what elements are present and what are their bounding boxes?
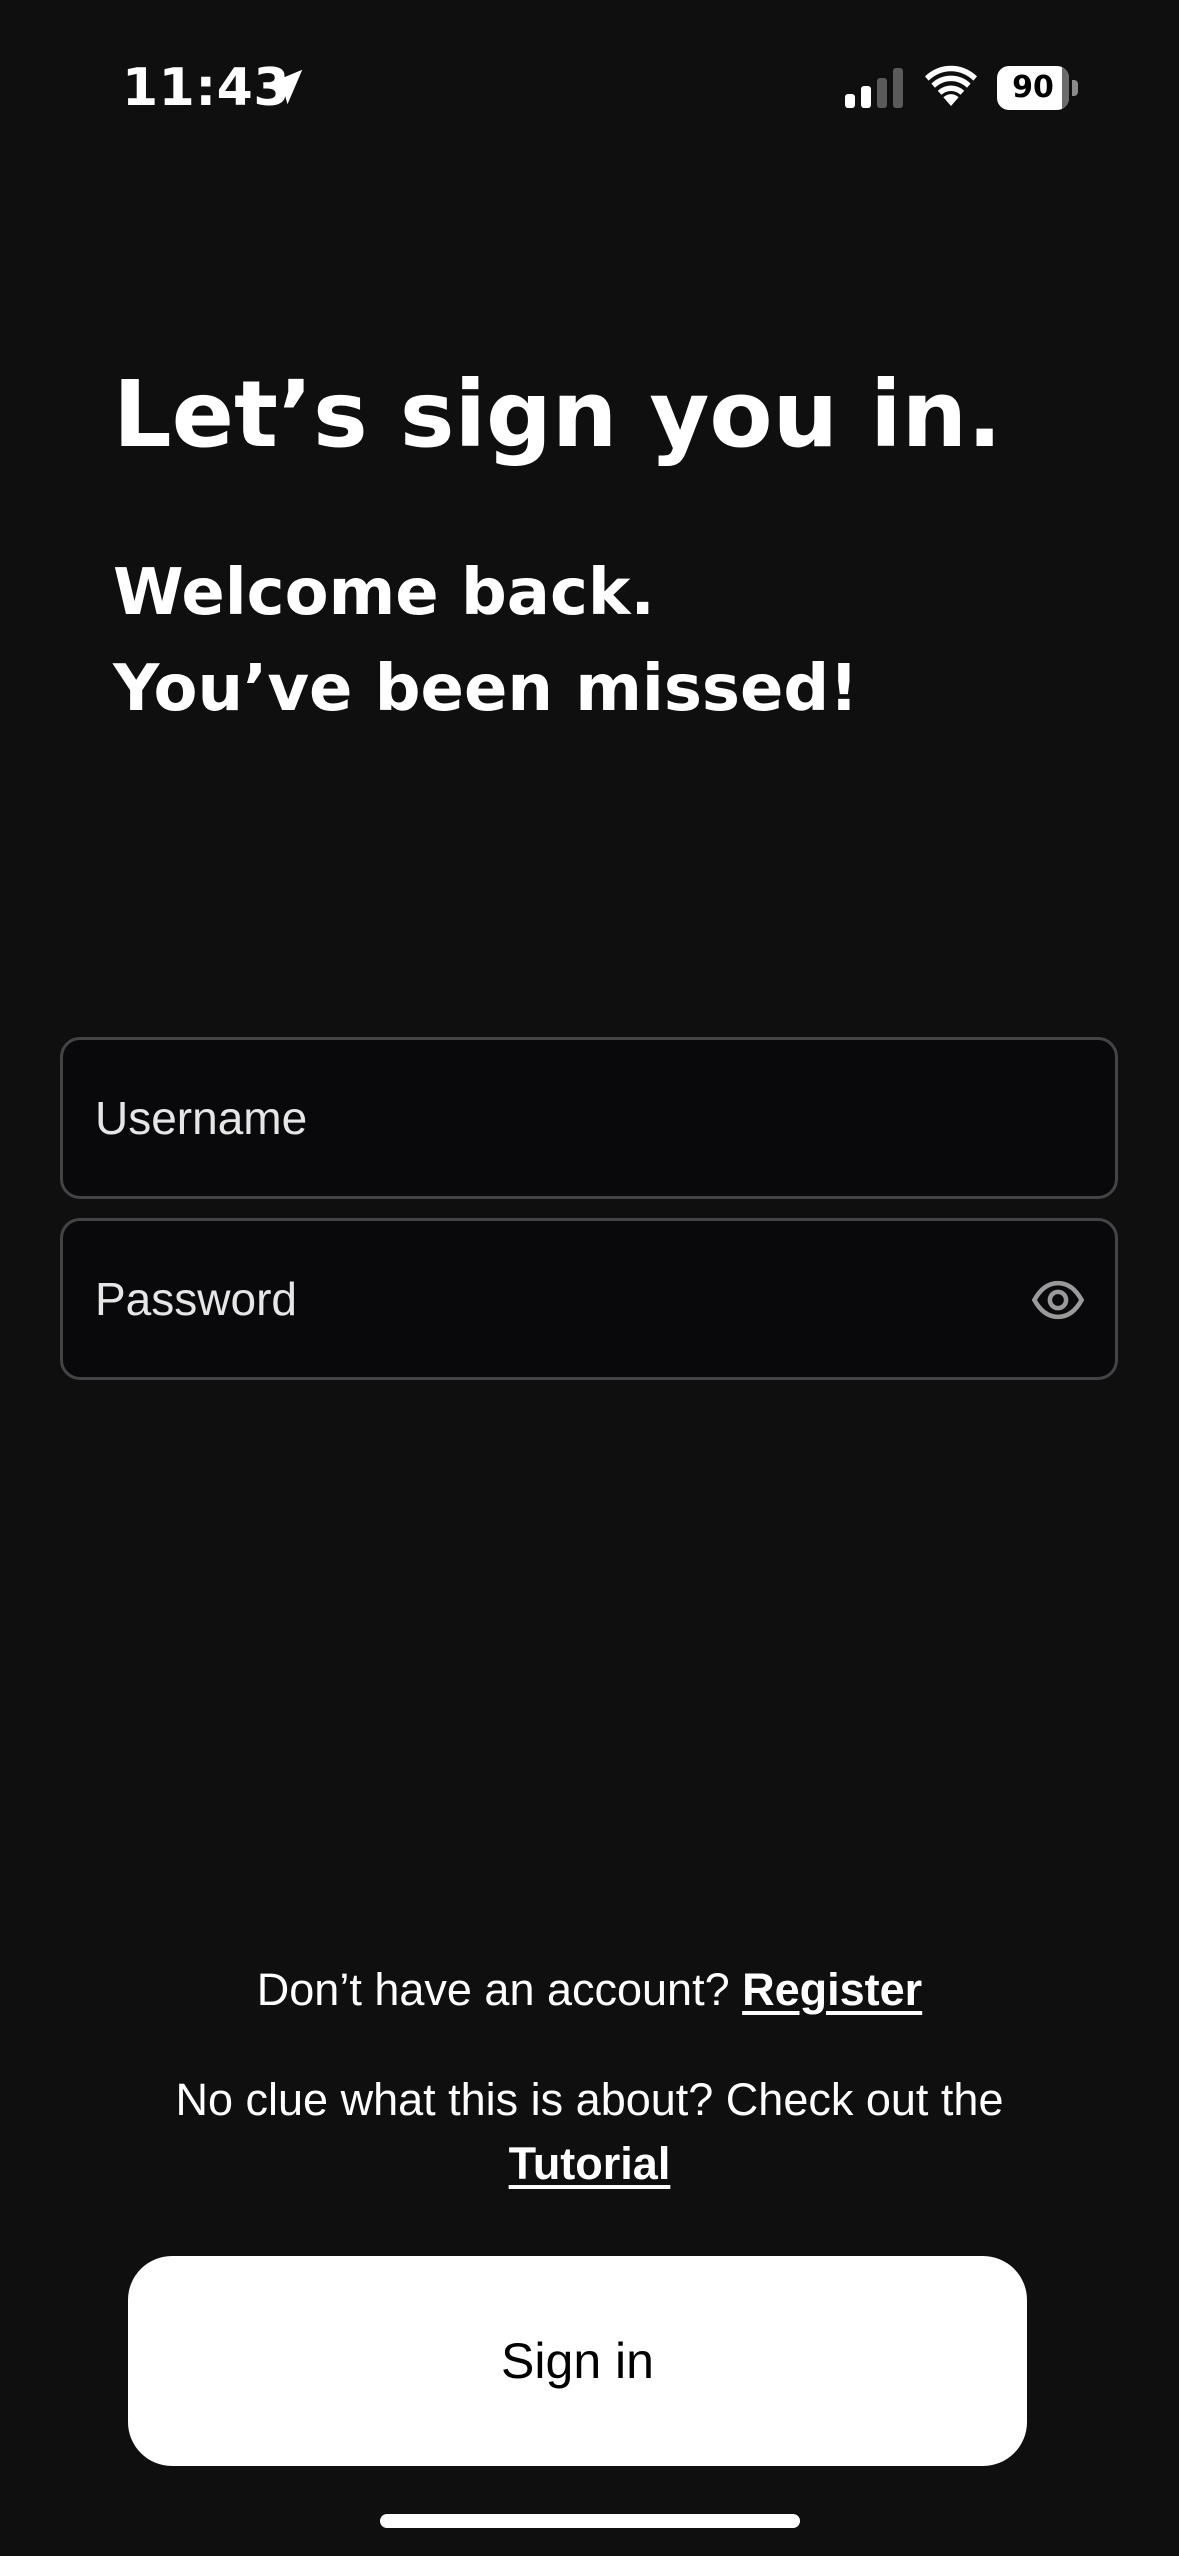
page-title: Let’s sign you in. <box>113 361 1003 468</box>
battery-cap <box>1072 80 1078 96</box>
register-link[interactable]: Register <box>742 1964 922 2015</box>
welcome-subtitle: Welcome back. You’ve been missed! <box>113 545 858 737</box>
location-arrow-icon <box>267 69 303 105</box>
subtitle-line-2: You’ve been missed! <box>113 652 859 726</box>
register-prompt-text: Don’t have an account? <box>256 1964 743 2015</box>
password-field[interactable] <box>60 1218 1118 1380</box>
battery-indicator: 90 <box>997 66 1079 110</box>
eye-icon[interactable] <box>1031 1273 1085 1327</box>
tutorial-link[interactable]: Tutorial <box>509 2138 671 2189</box>
username-input[interactable] <box>95 1040 995 1196</box>
battery-level: 90 <box>1012 70 1054 105</box>
tutorial-prompt-text: No clue what this is about? Check out th… <box>175 2074 1004 2125</box>
home-indicator[interactable] <box>380 2514 800 2528</box>
register-prompt: Don’t have an account? Register <box>0 1960 1179 2020</box>
cellular-signal-icon <box>845 68 903 108</box>
battery-icon: 90 <box>997 66 1069 110</box>
tutorial-prompt: No clue what this is about? Check out th… <box>100 2068 1079 2196</box>
sign-in-button[interactable]: Sign in <box>128 2256 1027 2466</box>
wifi-icon <box>925 65 977 106</box>
subtitle-line-1: Welcome back. <box>113 556 655 630</box>
password-input[interactable] <box>95 1221 935 1377</box>
username-field[interactable] <box>60 1037 1118 1199</box>
